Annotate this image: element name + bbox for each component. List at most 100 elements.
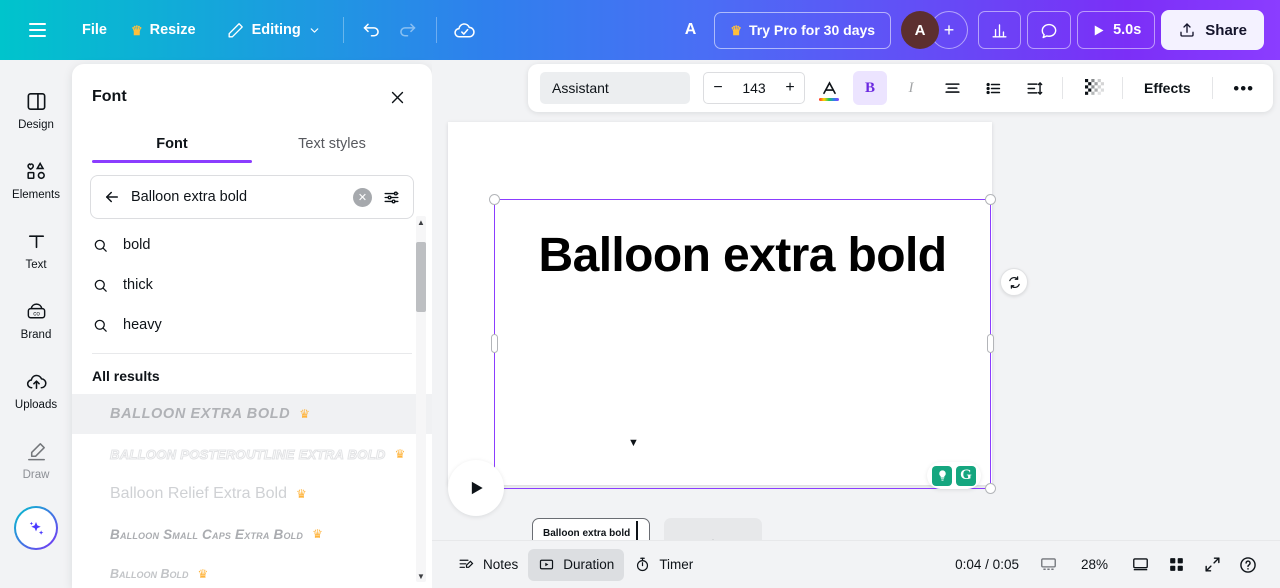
- more-options-button[interactable]: •••: [1227, 71, 1261, 105]
- insights-button[interactable]: [978, 11, 1022, 49]
- text-t-icon: [28, 234, 44, 248]
- design-page[interactable]: Balloon extra bold G: [448, 122, 996, 494]
- try-pro-button[interactable]: ♛ Try Pro for 30 days: [714, 11, 892, 49]
- fullscreen-icon[interactable]: [1196, 549, 1228, 581]
- sidebar-item-label: Elements: [12, 188, 60, 201]
- canvas-text[interactable]: Balloon extra bold: [495, 228, 990, 283]
- file-menu-button[interactable]: File: [70, 13, 119, 47]
- resize-handle-top-left[interactable]: [489, 194, 500, 205]
- suggestion-item[interactable]: thick: [72, 265, 432, 305]
- font-name: BALLOON EXTRA BOLD: [110, 406, 291, 422]
- play-icon: [471, 481, 483, 495]
- search-input[interactable]: Balloon extra bold: [131, 189, 343, 205]
- sidebar-item-label: Uploads: [14, 398, 58, 411]
- text-style-button[interactable]: A: [673, 21, 709, 39]
- font-result-row[interactable]: Balloon Small Caps Extra Bold ♛: [72, 514, 432, 554]
- magic-sparkle-icon[interactable]: [14, 506, 58, 550]
- line-spacing-icon[interactable]: [1017, 71, 1051, 105]
- sidebar-item-label: Text: [25, 258, 47, 271]
- scrollbar-thumb[interactable]: [416, 242, 426, 312]
- duration-icon: [540, 559, 554, 570]
- bold-button[interactable]: B: [853, 71, 887, 105]
- font-size-increase-button[interactable]: +: [776, 79, 804, 97]
- resize-button[interactable]: ♛ Resize: [119, 13, 208, 47]
- suggestion-item[interactable]: bold: [72, 225, 432, 265]
- align-center-icon[interactable]: [935, 71, 969, 105]
- notes-button[interactable]: Notes: [448, 549, 528, 581]
- font-result-row[interactable]: Balloon Bold ♛: [72, 554, 432, 588]
- crown-icon: ♛: [299, 407, 310, 421]
- font-search-bar[interactable]: Balloon extra bold ✕: [90, 175, 414, 219]
- layout-icon: [27, 92, 45, 110]
- resize-handle-top-right[interactable]: [985, 194, 996, 205]
- bold-label: B: [864, 79, 875, 96]
- selected-text-element[interactable]: Balloon extra bold: [489, 194, 996, 494]
- divider: [1211, 77, 1213, 99]
- canva-editor-window: File ♛ Resize Editing A ♛ Try Pro for 30…: [0, 0, 1280, 588]
- divider: [1122, 77, 1123, 99]
- italic-label: I: [908, 79, 914, 96]
- arrow-left-icon[interactable]: [103, 188, 121, 206]
- font-result-row[interactable]: BALLOON POSTEROUTLINE EXTRA BOLD ♛: [72, 434, 432, 474]
- sidebar-item-elements[interactable]: Elements: [4, 146, 68, 214]
- font-family-selector[interactable]: Assistant: [540, 72, 690, 104]
- editing-mode-button[interactable]: Editing: [214, 13, 333, 47]
- font-panel: Font Font Text styles Balloon extra bold…: [72, 64, 432, 588]
- share-button[interactable]: Share: [1161, 10, 1264, 50]
- divider: [435, 17, 437, 43]
- sidebar-item-design[interactable]: Design: [4, 76, 68, 144]
- clear-circle-icon[interactable]: ✕: [353, 187, 372, 207]
- zoom-level[interactable]: 28%: [1069, 557, 1120, 572]
- font-size-decrease-button[interactable]: −: [704, 79, 732, 97]
- grid-view-icon[interactable]: [1160, 549, 1192, 581]
- single-page-icon[interactable]: [1124, 549, 1156, 581]
- undo-icon[interactable]: [354, 12, 390, 48]
- timer-label: Timer: [659, 557, 694, 572]
- timer-button[interactable]: Timer: [624, 549, 703, 581]
- font-size-input[interactable]: 143: [732, 80, 776, 96]
- cloud-check-icon[interactable]: [447, 12, 483, 48]
- font-results-list: BALLOON EXTRA BOLD ♛ BALLOON POSTEROUTLI…: [72, 394, 432, 588]
- caret-down-icon[interactable]: ▼: [628, 437, 639, 449]
- sidebar-item-text[interactable]: Text: [4, 216, 68, 284]
- resize-handle-left[interactable]: [491, 334, 498, 353]
- text-color-a-icon[interactable]: [812, 71, 846, 105]
- avatar[interactable]: A: [901, 11, 940, 49]
- italic-button[interactable]: I: [894, 71, 928, 105]
- suggestion-item[interactable]: heavy: [72, 305, 432, 345]
- tab-font[interactable]: Font: [92, 126, 252, 163]
- close-icon[interactable]: [382, 82, 412, 112]
- present-button[interactable]: 5.0s: [1077, 11, 1156, 49]
- transparency-grid-icon[interactable]: [1077, 71, 1111, 105]
- divider: [342, 17, 344, 43]
- share-label: Share: [1205, 21, 1247, 39]
- top-toolbar-left: File ♛ Resize Editing: [0, 12, 483, 48]
- pencil-icon: [228, 22, 243, 38]
- sidebar-item-uploads[interactable]: Uploads: [4, 356, 68, 424]
- font-result-row[interactable]: Balloon Relief Extra Bold ♛: [72, 474, 432, 514]
- scroll-down-icon[interactable]: ▼: [416, 570, 426, 582]
- resize-handle-right[interactable]: [987, 334, 994, 353]
- redo-icon[interactable]: [390, 12, 426, 48]
- font-result-row[interactable]: BALLOON EXTRA BOLD ♛: [72, 394, 432, 434]
- suggestion-label: bold: [123, 237, 151, 253]
- rotate-icon[interactable]: [1000, 268, 1028, 296]
- duration-button[interactable]: Duration: [528, 548, 625, 581]
- play-button[interactable]: [448, 460, 504, 516]
- comment-button[interactable]: [1027, 11, 1072, 49]
- tab-text-styles[interactable]: Text styles: [252, 126, 412, 163]
- sidebar-item-draw[interactable]: Draw: [4, 426, 68, 494]
- left-sidebar: Design Elements Text co Brand Uploads Dr…: [0, 60, 72, 588]
- font-list-scrollbar[interactable]: ▲ ▼: [416, 216, 426, 582]
- bullet-list-icon[interactable]: [976, 71, 1010, 105]
- cloud-upload-icon: [26, 374, 47, 389]
- effects-button[interactable]: Effects: [1134, 80, 1201, 96]
- sliders-icon[interactable]: [382, 188, 401, 207]
- divider: [1062, 77, 1063, 99]
- hamburger-icon[interactable]: [22, 15, 52, 45]
- presenter-view-icon[interactable]: [1033, 549, 1065, 581]
- crown-icon: ♛: [730, 22, 742, 38]
- sidebar-item-brand[interactable]: co Brand: [4, 286, 68, 354]
- scroll-up-icon[interactable]: ▲: [416, 216, 426, 228]
- help-icon[interactable]: [1232, 549, 1264, 581]
